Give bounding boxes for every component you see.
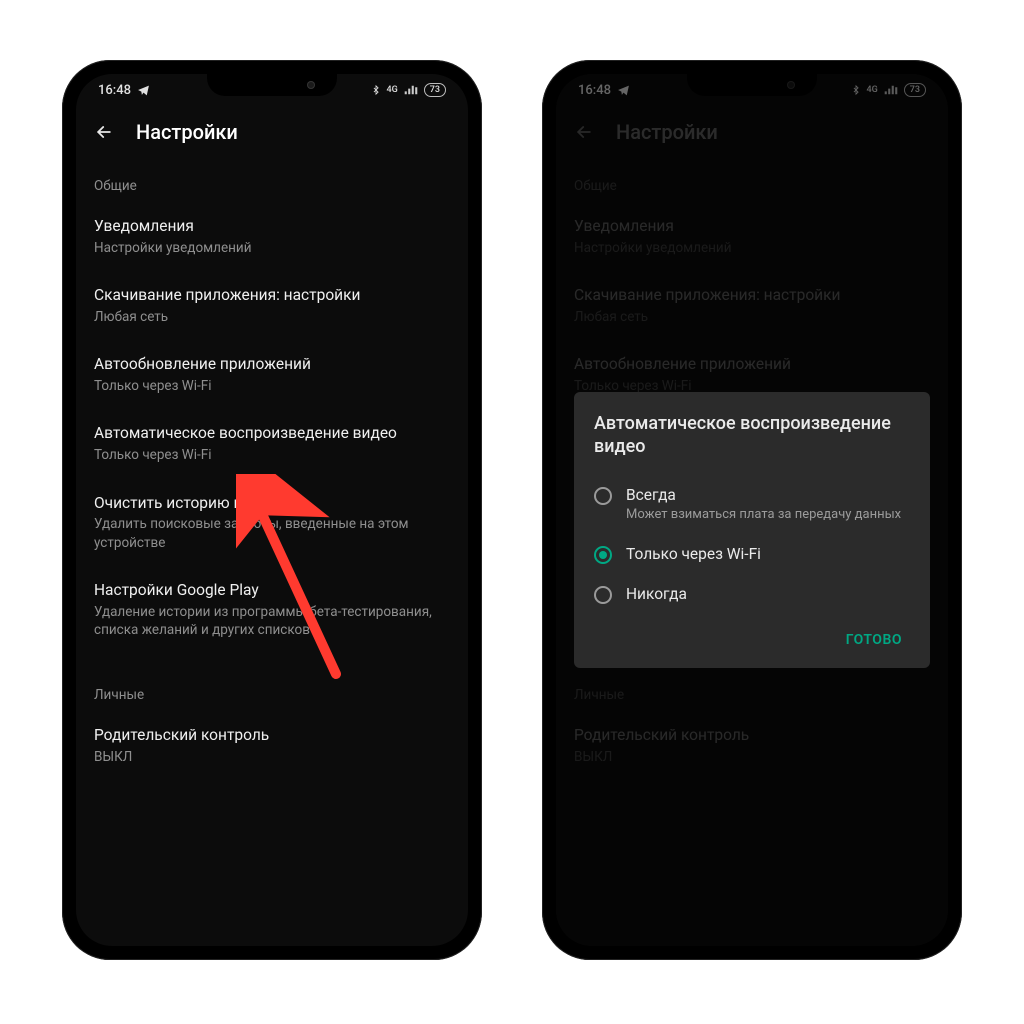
item-sub: Любая сеть: [94, 308, 450, 326]
item-title: Очистить историю поиска: [94, 493, 450, 514]
radio-icon: [594, 487, 612, 505]
item-title: Родительский контроль: [94, 725, 450, 746]
item-autoplay-video[interactable]: Автоматическое воспроизведение видео Тол…: [76, 409, 468, 478]
network-type: 4G: [387, 85, 398, 95]
option-label: Всегда: [626, 485, 901, 505]
battery-indicator: 73: [424, 83, 446, 97]
option-label: Никогда: [626, 584, 687, 604]
back-icon[interactable]: [94, 122, 114, 142]
section-personal: Личные: [76, 653, 468, 711]
autoplay-dialog: Автоматическое воспроизведение видео Все…: [574, 392, 930, 668]
item-sub: Удаление истории из программы бета-тести…: [94, 603, 450, 639]
done-button[interactable]: ГОТОВО: [838, 622, 910, 658]
item-title: Настройки Google Play: [94, 580, 450, 601]
screen-right: 16:48 4G 73 Настройки Общи: [556, 74, 948, 946]
item-sub: ВЫКЛ: [94, 748, 450, 766]
item-parental-controls[interactable]: Родительский контроль ВЫКЛ: [76, 711, 468, 780]
phone-right: 16:48 4G 73 Настройки Общи: [542, 60, 962, 960]
option-wifi-only[interactable]: Только через Wi-Fi: [594, 534, 910, 574]
option-sub: Может взиматься плата за передачу данных: [626, 507, 901, 524]
item-title: Автоматическое воспроизведение видео: [94, 423, 450, 444]
item-sub: Только через Wi-Fi: [94, 446, 450, 464]
item-notifications[interactable]: Уведомления Настройки уведомлений: [76, 202, 468, 271]
screen-left: 16:48 4G 73 Настройки Общи: [76, 74, 468, 946]
radio-icon: [594, 586, 612, 604]
item-title: Автообновление приложений: [94, 354, 450, 375]
app-bar: Настройки: [76, 106, 468, 156]
item-title: Скачивание приложения: настройки: [94, 285, 450, 306]
status-time: 16:48: [98, 83, 131, 98]
option-label: Только через Wi-Fi: [626, 544, 761, 564]
item-autoupdate[interactable]: Автообновление приложений Только через W…: [76, 340, 468, 409]
display-notch: [207, 74, 337, 96]
page-title: Настройки: [136, 120, 238, 144]
dialog-title: Автоматическое воспроизведение видео: [594, 412, 910, 459]
item-download-prefs[interactable]: Скачивание приложения: настройки Любая с…: [76, 271, 468, 340]
item-sub: Только через Wi-Fi: [94, 377, 450, 395]
phone-left: 16:48 4G 73 Настройки Общи: [62, 60, 482, 960]
radio-icon: [594, 546, 612, 564]
item-title: Уведомления: [94, 216, 450, 237]
option-never[interactable]: Никогда: [594, 574, 910, 614]
item-sub: Настройки уведомлений: [94, 239, 450, 257]
telegram-icon: [137, 84, 150, 97]
dialog-backdrop[interactable]: Автоматическое воспроизведение видео Все…: [556, 74, 948, 946]
item-google-play-settings[interactable]: Настройки Google Play Удаление истории и…: [76, 566, 468, 653]
bluetooth-icon: [371, 84, 381, 96]
item-sub: Удалить поисковые запросы, введенные на …: [94, 515, 450, 551]
option-always[interactable]: Всегда Может взиматься плата за передачу…: [594, 475, 910, 534]
signal-icon: [404, 84, 418, 96]
item-clear-search-history[interactable]: Очистить историю поиска Удалить поисковы…: [76, 479, 468, 566]
section-general: Общие: [76, 156, 468, 202]
